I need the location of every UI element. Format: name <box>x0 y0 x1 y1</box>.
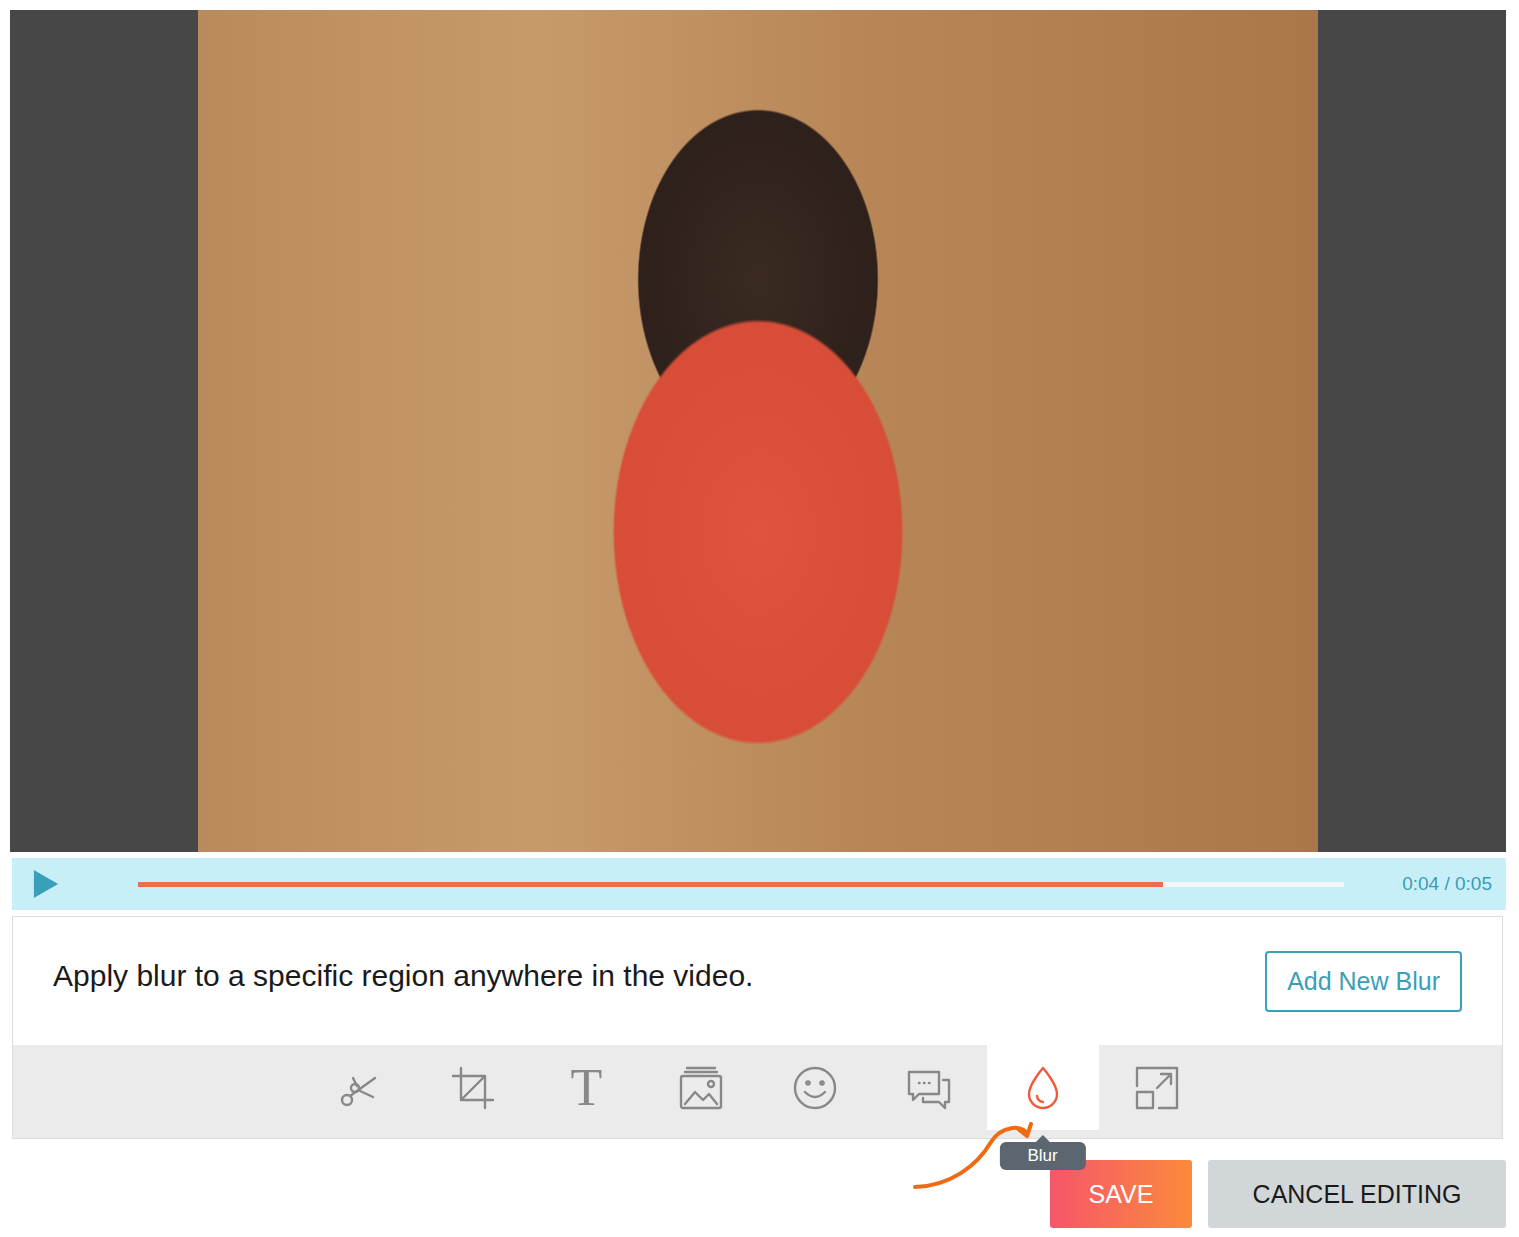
progress-track[interactable] <box>138 882 1344 887</box>
scissors-icon <box>335 1064 383 1112</box>
image-icon <box>677 1064 725 1112</box>
play-icon[interactable] <box>32 868 60 900</box>
save-button[interactable]: SAVE <box>1050 1160 1192 1228</box>
callout-icon <box>905 1064 953 1112</box>
emoji-icon <box>791 1064 839 1112</box>
tool-tab[interactable]: T <box>531 1045 643 1130</box>
video-editor: 0:04 / 0:05 Apply blur to a specific regi… <box>0 0 1519 1237</box>
player-bar: 0:04 / 0:05 <box>12 858 1506 910</box>
tool-tab[interactable] <box>303 1045 415 1130</box>
resize-icon <box>1133 1064 1181 1112</box>
toolbar: T Blur <box>13 1045 1502 1138</box>
blur-description: Apply blur to a specific region anywhere… <box>53 959 753 1003</box>
tool-tab[interactable] <box>417 1045 529 1130</box>
tooltip: Blur <box>999 1142 1085 1170</box>
add-blur-button[interactable]: Add New Blur <box>1265 951 1462 1012</box>
annotation-arrow-icon <box>905 1110 1045 1200</box>
tool-tab[interactable] <box>873 1045 985 1130</box>
action-bar: SAVECANCEL EDITING <box>10 1160 1506 1228</box>
progress-fill <box>138 882 1163 887</box>
tool-tab[interactable] <box>645 1045 757 1130</box>
video-stage <box>10 10 1506 852</box>
cancel-button[interactable]: CANCEL EDITING <box>1208 1160 1506 1228</box>
blur-panel: Apply blur to a specific region anywhere… <box>13 917 1502 1045</box>
tool-panel: Apply blur to a specific region anywhere… <box>12 916 1503 1139</box>
blur-icon <box>1019 1064 1067 1112</box>
tool-tab[interactable] <box>759 1045 871 1130</box>
video-frame <box>198 10 1318 852</box>
tool-tab[interactable] <box>1101 1045 1213 1130</box>
text-icon: T <box>571 1062 603 1114</box>
crop-icon <box>449 1064 497 1112</box>
tool-tab[interactable]: Blur <box>987 1045 1099 1130</box>
time-label: 0:04 / 0:05 <box>1402 873 1492 895</box>
